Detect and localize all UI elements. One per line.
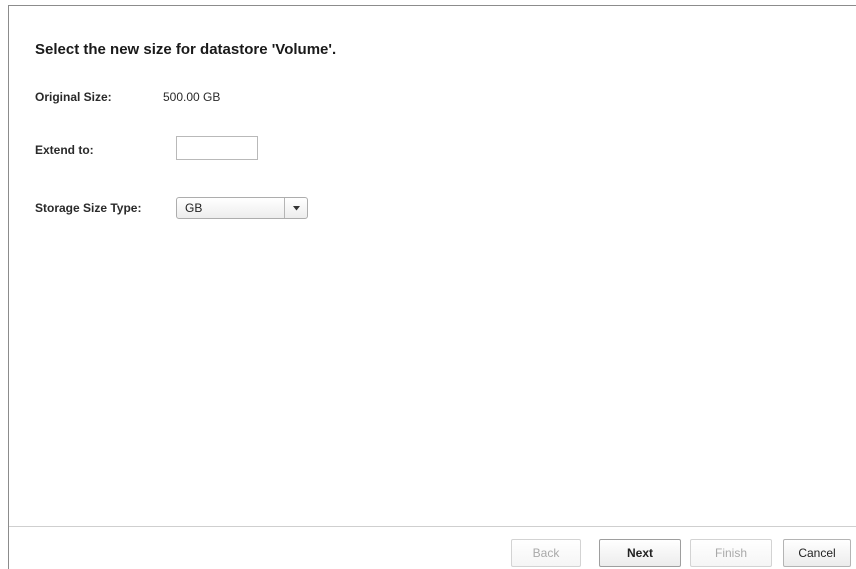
storage-size-type-label: Storage Size Type: xyxy=(35,201,142,215)
back-button[interactable]: Back xyxy=(511,539,581,567)
extend-to-label: Extend to: xyxy=(35,143,94,157)
original-size-value: 500.00 GB xyxy=(163,90,221,104)
resize-datastore-dialog: Select the new size for datastore 'Volum… xyxy=(8,5,856,569)
finish-button[interactable]: Finish xyxy=(690,539,772,567)
storage-size-type-select[interactable]: GB xyxy=(176,197,308,219)
chevron-down-icon[interactable] xyxy=(284,198,307,218)
original-size-label: Original Size: xyxy=(35,90,112,104)
cancel-button[interactable]: Cancel xyxy=(783,539,851,567)
page-title: Select the new size for datastore 'Volum… xyxy=(35,41,337,58)
storage-size-type-value: GB xyxy=(185,201,203,215)
next-button[interactable]: Next xyxy=(599,539,681,567)
footer-divider xyxy=(9,526,856,527)
extend-to-input[interactable] xyxy=(176,136,258,160)
